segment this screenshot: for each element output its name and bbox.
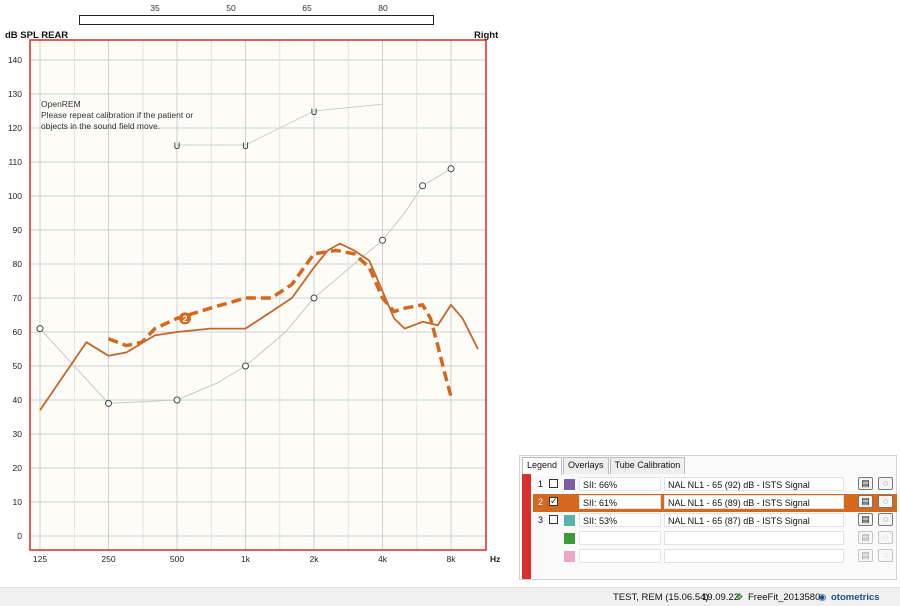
y-tick-label: 110: [8, 157, 22, 167]
ucl-marker: U: [242, 141, 249, 151]
y-tick-label: 20: [13, 463, 23, 473]
x-tick-label: 8k: [447, 554, 457, 564]
legend-target-description: [664, 531, 844, 545]
brand-label: otometrics: [831, 592, 880, 603]
legend-row-checkbox[interactable]: [549, 479, 558, 488]
legend-rows: 1 SII: 66% NAL NL1 - 65 (92) dB - ISTS Sig…: [533, 476, 897, 566]
comment-icon[interactable]: ◌: [878, 531, 893, 544]
y-tick-label: 60: [13, 327, 23, 337]
threshold-point: [173, 396, 181, 404]
legend-row[interactable]: 3 SII: 53% NAL NL1 - 65 (87) dB - ISTS Sig…: [533, 512, 897, 530]
legend-target-description: NAL NL1 - 65 (89) dB - ISTS Signal: [664, 495, 844, 509]
threshold-point: [36, 325, 44, 333]
legend-sii-value: SII: 53%: [579, 513, 661, 527]
status-bar: TEST, REM (15.06.54) 19.09.22 ❖ FreeFit_…: [0, 587, 900, 606]
legend-row[interactable]: ▤ ◌: [533, 530, 897, 548]
selection-strip: [522, 474, 531, 579]
legend-sii-value: SII: 66%: [579, 477, 661, 491]
annotation-text: OpenREM: [41, 99, 81, 109]
details-icon[interactable]: ▤: [858, 531, 873, 544]
session-label: TEST, REM (15.06.54): [613, 592, 709, 603]
legend-target-description: NAL NL1 - 65 (87) dB - ISTS Signal: [664, 513, 844, 527]
comment-icon[interactable]: ◌: [878, 549, 893, 562]
threshold-point: [105, 399, 112, 407]
y-tick-label: 50: [13, 361, 23, 371]
y-tick-label: 70: [13, 293, 23, 303]
legend-target-description: [664, 549, 844, 563]
x-tick-label: 2k: [310, 554, 320, 564]
y-tick-label: 0: [17, 531, 22, 541]
y-tick-label: 120: [8, 123, 22, 133]
tab-tube-calibration[interactable]: Tube Calibration: [609, 457, 686, 474]
x-tick-label: 1k: [241, 554, 251, 564]
tab-overlays[interactable]: Overlays: [563, 457, 609, 474]
ucl-marker: U: [311, 107, 318, 117]
rem-chart[interactable]: 0102030405060708090100110120130140125 250…: [0, 0, 520, 580]
details-icon[interactable]: ▤: [858, 477, 873, 490]
tab-legend[interactable]: Legend: [522, 457, 563, 475]
y-tick-label: 90: [13, 225, 23, 235]
date-label: 19.09.22: [702, 592, 739, 603]
x-tick-label: 125: [33, 554, 47, 564]
y-tick-label: 10: [13, 497, 23, 507]
threshold-point: [379, 236, 386, 244]
x-tick-label: 500: [170, 554, 184, 564]
legend-sii-value: [579, 531, 661, 545]
y-tick-label: 30: [13, 429, 23, 439]
threshold-point: [447, 165, 455, 173]
legend-row-number: 2: [537, 497, 543, 507]
legend-row[interactable]: ▤ ◌: [533, 548, 897, 566]
details-icon[interactable]: ▤: [858, 495, 873, 508]
y-tick-label: 100: [8, 191, 22, 201]
legend-color-swatch: [564, 515, 575, 526]
comment-icon[interactable]: ◌: [878, 495, 893, 508]
legend-row-number: 1: [537, 479, 543, 489]
legend-color-swatch: [564, 551, 575, 562]
details-icon[interactable]: ▤: [858, 549, 873, 562]
target-marker-label: 2: [182, 314, 187, 324]
threshold-point: [419, 182, 427, 190]
legend-color-swatch: [564, 533, 575, 544]
x-tick-label: 250: [101, 554, 115, 564]
legend-color-swatch: [564, 497, 575, 508]
legend-row-number: 3: [537, 515, 543, 525]
legend-row-checkbox[interactable]: [549, 515, 558, 524]
x-axis-title: Hz: [490, 554, 500, 564]
details-icon[interactable]: ▤: [858, 513, 873, 526]
legend-tabs: Legend Overlays Tube Calibration: [522, 457, 686, 475]
legend-panel: Legend Overlays Tube Calibration 1 SII: 6…: [519, 455, 897, 580]
comment-icon[interactable]: ◌: [878, 477, 893, 490]
ucl-marker: U: [174, 141, 181, 151]
y-tick-label: 40: [13, 395, 23, 405]
threshold-point: [310, 294, 318, 302]
x-tick-label: 4k: [378, 554, 388, 564]
fitter-label: FreeFit_2013580: [748, 592, 821, 603]
comment-icon[interactable]: ◌: [878, 513, 893, 526]
legend-row-checkbox[interactable]: ✓: [549, 497, 558, 506]
leaf-icon: ❖: [735, 592, 744, 603]
legend-sii-value: [579, 549, 661, 563]
legend-row[interactable]: 2 ✓ SII: 61% NAL NL1 - 65 (89) dB - ISTS Si…: [533, 494, 897, 512]
legend-sii-value: SII: 61%: [579, 495, 661, 509]
y-tick-label: 140: [8, 55, 22, 65]
threshold-point: [242, 362, 249, 370]
annotation-text: Please repeat calibration if the patient…: [41, 110, 193, 120]
legend-target-description: NAL NL1 - 65 (92) dB - ISTS Signal: [664, 477, 844, 491]
legend-row[interactable]: 1 SII: 66% NAL NL1 - 65 (92) dB - ISTS Sig…: [533, 476, 897, 494]
y-tick-label: 130: [8, 89, 22, 99]
otometrics-logo-icon: ◉: [818, 592, 827, 603]
y-tick-label: 80: [13, 259, 23, 269]
legend-color-swatch: [564, 479, 575, 490]
annotation-text: objects in the sound field move.: [41, 121, 160, 131]
